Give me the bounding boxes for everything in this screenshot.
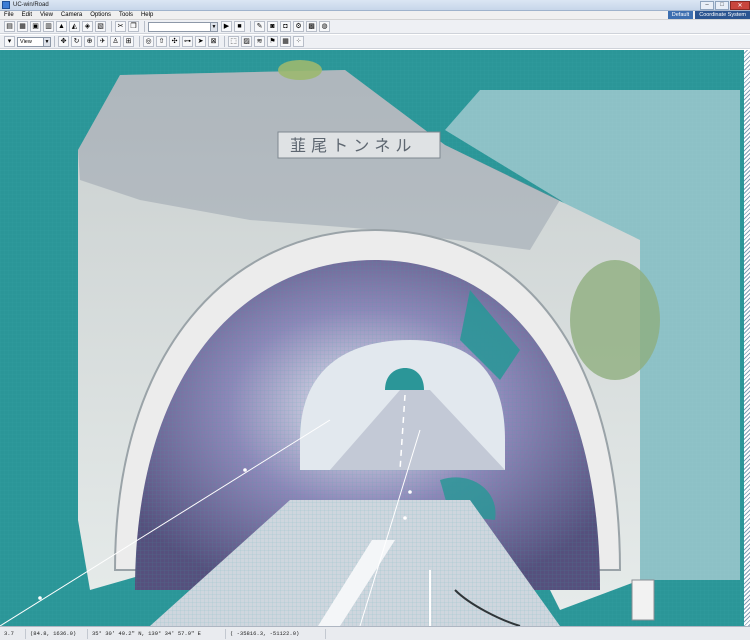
app-icon — [2, 1, 10, 9]
tab-default[interactable]: Default — [667, 11, 694, 19]
menu-file[interactable]: File — [0, 12, 18, 18]
render-icon[interactable]: ▨ — [241, 36, 252, 47]
open-file-icon[interactable]: ▦ — [17, 21, 28, 32]
pointcloud-render: 韮 尾 ト ン ネ ル — [0, 50, 750, 626]
chevron-down-icon: ▼ — [43, 37, 50, 46]
globe-icon[interactable]: ◍ — [319, 21, 330, 32]
stop-icon[interactable]: ■ — [234, 21, 245, 32]
menu-edit[interactable]: Edit — [18, 12, 36, 18]
copy-icon[interactable]: ❐ — [128, 21, 139, 32]
minimize-button[interactable]: ‒ — [700, 0, 714, 10]
flag-icon[interactable]: ⚑ — [267, 36, 278, 47]
pencil-icon[interactable]: ✎ — [254, 21, 265, 32]
model-icon[interactable]: ◈ — [82, 21, 93, 32]
pan-icon[interactable]: ✥ — [58, 36, 69, 47]
measure-icon[interactable]: ⊞ — [123, 36, 134, 47]
arrow-up-icon[interactable]: ⇧ — [156, 36, 167, 47]
car-icon[interactable]: ◘ — [280, 21, 291, 32]
maximize-button[interactable]: □ — [715, 0, 729, 10]
gamepad-icon[interactable]: ⊶ — [182, 36, 193, 47]
dropdown-icon[interactable]: ▾ — [4, 36, 15, 47]
title-bar: UC-win/Road ‒ □ ✕ — [0, 0, 750, 11]
mesh-icon[interactable]: ▩ — [306, 21, 317, 32]
geo-coords-readout: 35° 30' 40.2" N, 139° 34' 57.9" E — [88, 628, 226, 639]
road-icon[interactable]: ◭ — [69, 21, 80, 32]
fog-icon[interactable]: ≋ — [254, 36, 265, 47]
menu-help[interactable]: Help — [137, 12, 157, 18]
viewport-edge — [744, 50, 750, 626]
settings-icon[interactable]: ⚙ — [293, 21, 304, 32]
chevron-down-icon: ▼ — [210, 22, 217, 31]
play-icon[interactable]: ▶ — [221, 21, 232, 32]
position-readout: (84.8, 1636.0) — [26, 628, 88, 639]
3d-viewport[interactable]: 韮 尾 ト ン ネ ル — [0, 50, 750, 626]
rotate-icon[interactable]: ↻ — [71, 36, 82, 47]
fps-readout: 3.7 fps — [0, 628, 26, 640]
grid-icon[interactable]: ▦ — [280, 36, 291, 47]
window-title: UC-win/Road — [13, 2, 49, 8]
toolbar-view: ▾ View ▼ ✥ ↻ ⊕ ✈ ♙ ⊞ ◎ ⇧ ✣ ⊶ ➤ ⊠ ⬚ ▨ ≋ ⚑… — [0, 35, 750, 49]
tab-coordinate-system[interactable]: Coordinate System — [695, 11, 750, 19]
menu-bar: File Edit View Camera Options Tools Help… — [0, 11, 750, 20]
print-icon[interactable]: ▥ — [43, 21, 54, 32]
close-button[interactable]: ✕ — [730, 0, 750, 10]
fly-icon[interactable]: ✈ — [97, 36, 108, 47]
terrain-icon[interactable]: ▲ — [56, 21, 67, 32]
cut-icon[interactable]: ✂ — [115, 21, 126, 32]
save-icon[interactable]: ▣ — [30, 21, 41, 32]
plane-icon[interactable]: ➤ — [195, 36, 206, 47]
new-file-icon[interactable]: ▤ — [4, 21, 15, 32]
walk-icon[interactable]: ♙ — [110, 36, 121, 47]
arrows-icon[interactable]: ✣ — [169, 36, 180, 47]
target-icon[interactable]: ◎ — [143, 36, 154, 47]
extent-readout: ( -35816.3, -51122.0) — [226, 628, 326, 639]
pointcloud-icon[interactable]: ⁘ — [293, 36, 304, 47]
scenario-combo[interactable]: ▼ — [148, 21, 218, 32]
zoom-icon[interactable]: ⊕ — [84, 36, 95, 47]
menu-tools[interactable]: Tools — [115, 12, 137, 18]
toolbar-main: ▤ ▦ ▣ ▥ ▲ ◭ ◈ ▧ ✂ ❐ ▼ ▶ ■ ✎ ◙ ◘ ⚙ ▩ ◍ — [0, 20, 750, 34]
view-combo[interactable]: View ▼ — [17, 36, 51, 47]
menu-camera[interactable]: Camera — [57, 12, 86, 18]
menu-options[interactable]: Options — [86, 12, 115, 18]
lock-icon[interactable]: ⊠ — [208, 36, 219, 47]
status-bar: 3.7 fps (84.8, 1636.0) 35° 30' 40.2" N, … — [0, 626, 750, 640]
svg-text:韮 尾 ト ン ネ ル: 韮 尾 ト ン ネ ル — [290, 136, 411, 155]
select-icon[interactable]: ⬚ — [228, 36, 239, 47]
menu-view[interactable]: View — [36, 12, 57, 18]
texture-icon[interactable]: ▧ — [95, 21, 106, 32]
camera-icon[interactable]: ◙ — [267, 21, 278, 32]
mode-tabs: Default Coordinate System — [666, 11, 750, 19]
